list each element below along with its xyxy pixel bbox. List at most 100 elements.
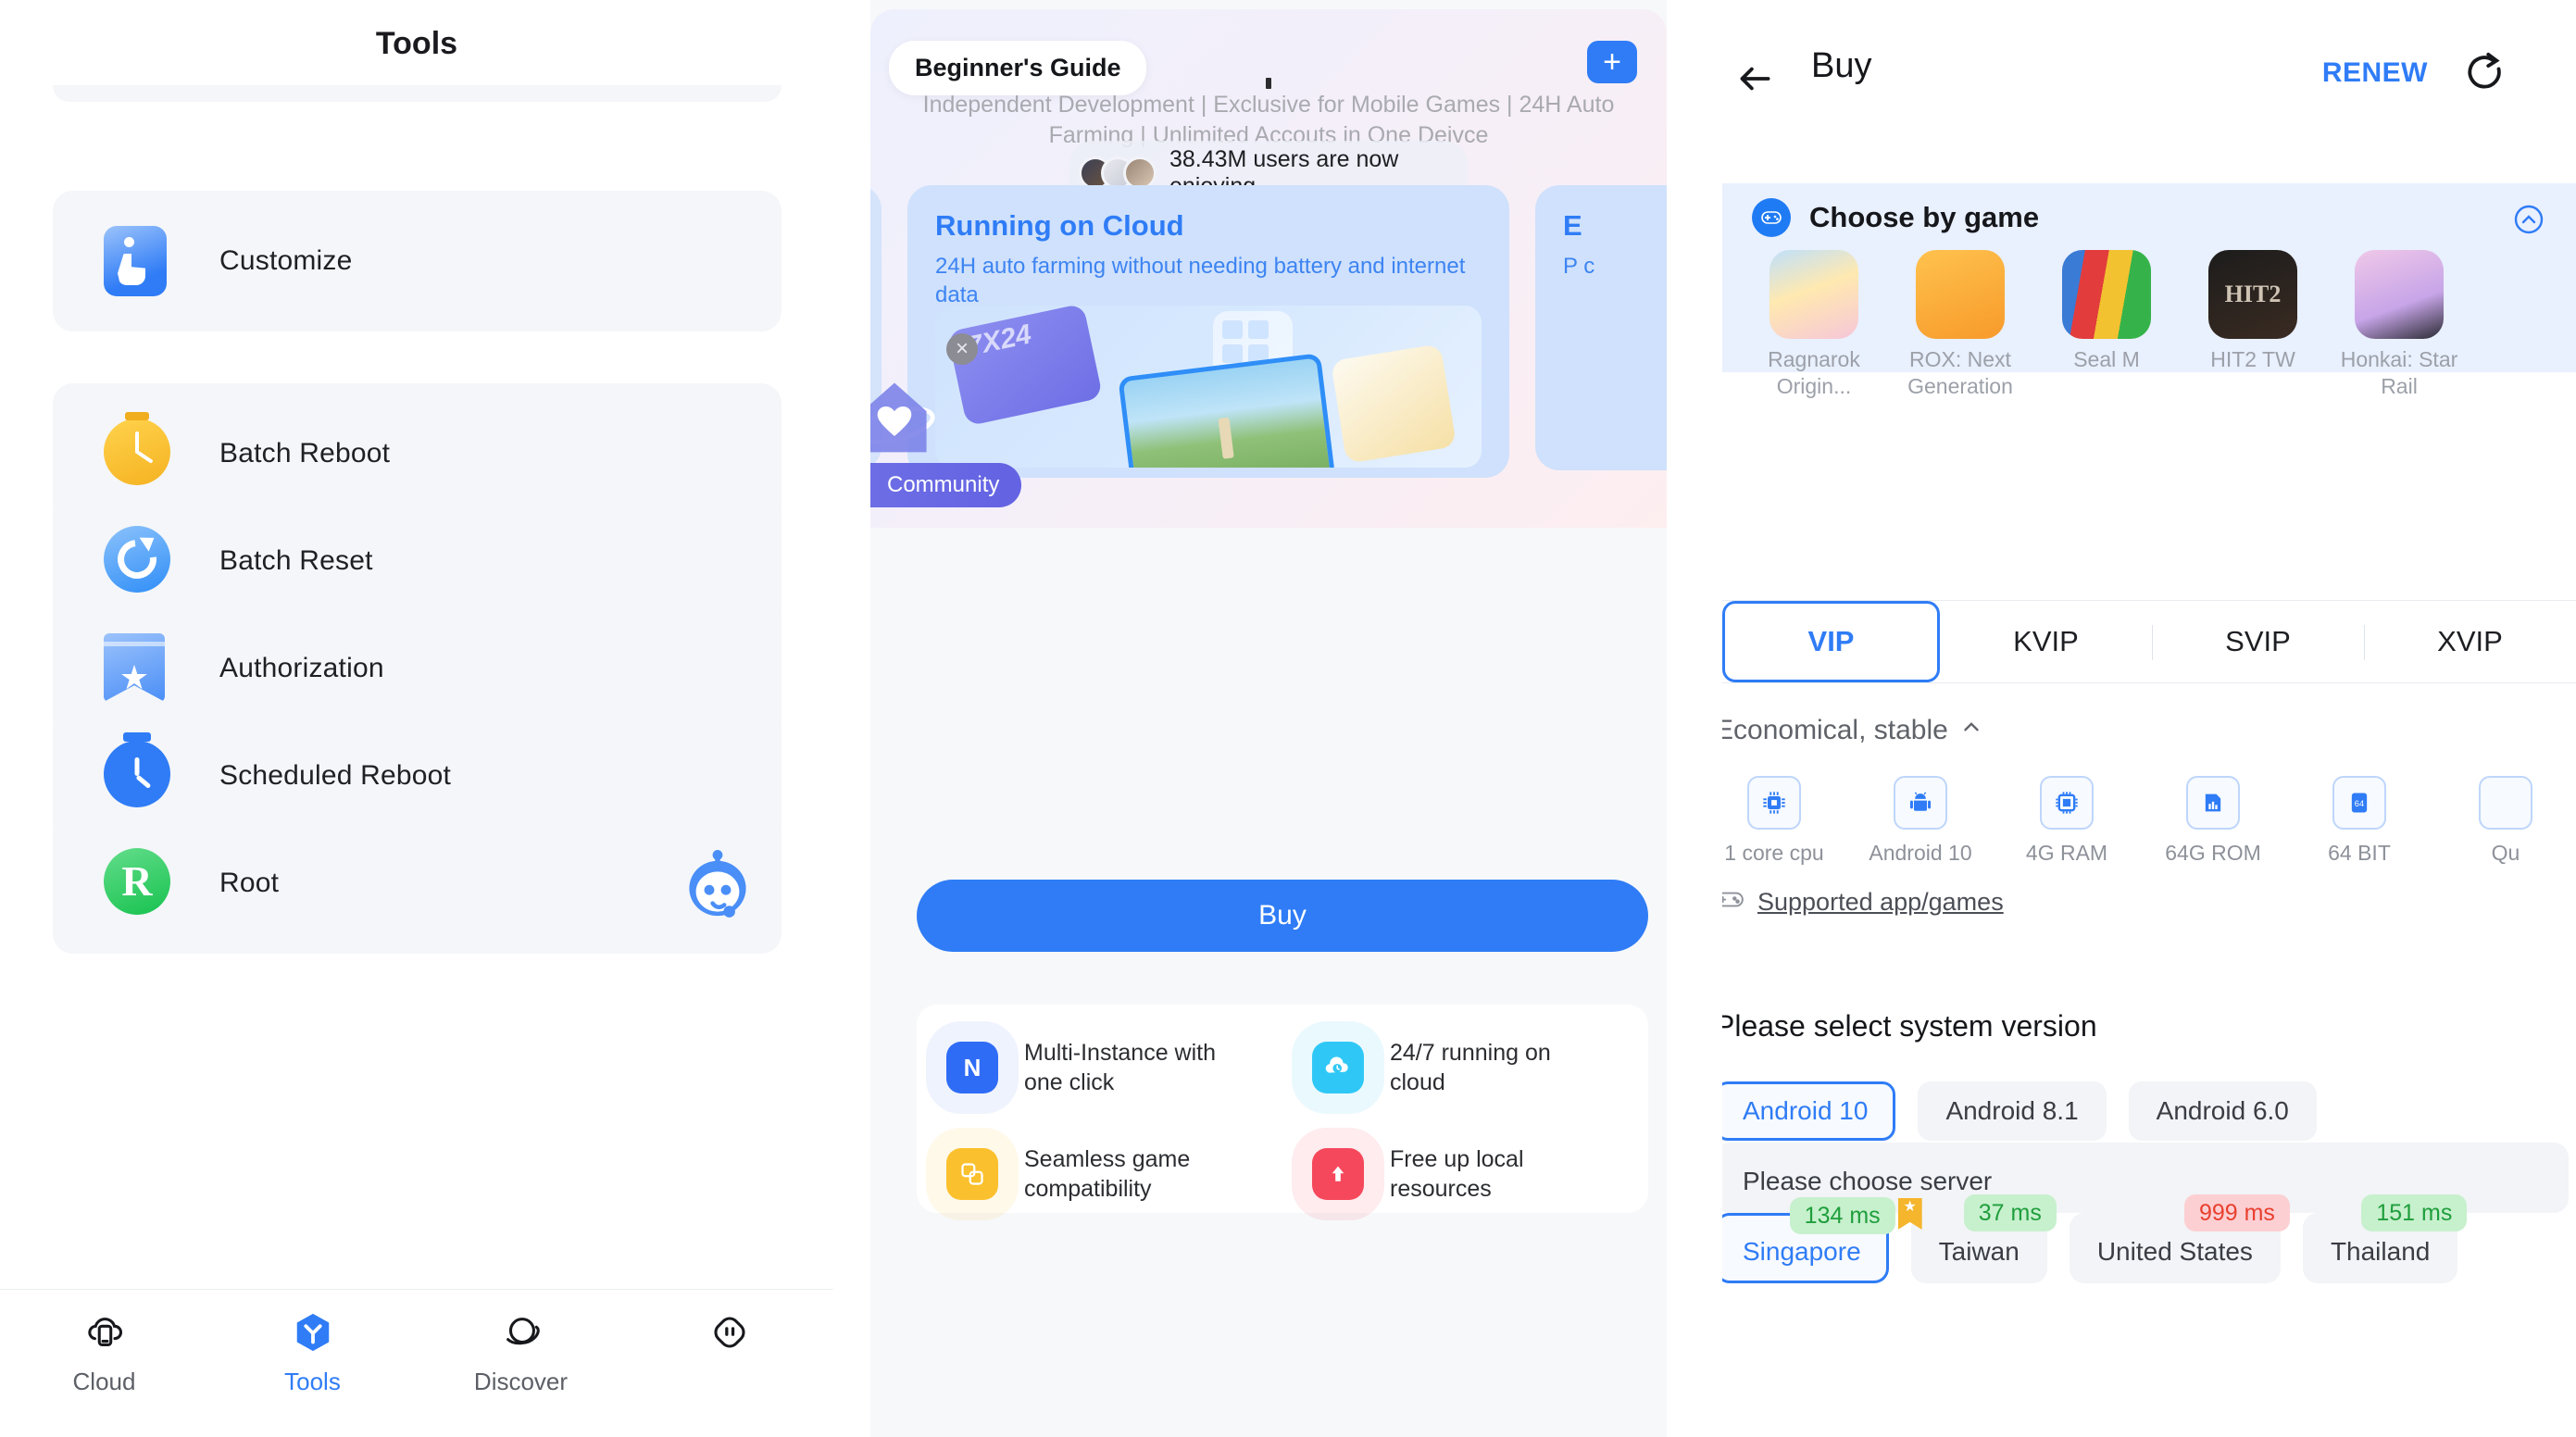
game-thumbnail bbox=[2355, 250, 2444, 339]
server-label: Taiwan bbox=[1938, 1237, 2020, 1266]
renew-button[interactable]: RENEW bbox=[2322, 57, 2428, 89]
carousel-title: Running on Cloud bbox=[935, 209, 1184, 242]
server-options[interactable]: 134 ms Singapore ★ 37 ms Taiwan 999 ms U… bbox=[1722, 1194, 2468, 1283]
system-version-options[interactable]: Android 10 Android 8.1 Android 6.0 bbox=[1722, 1081, 2317, 1141]
game-item[interactable]: HIT2 HIT2 TW bbox=[2191, 250, 2315, 400]
seamless-game-icon bbox=[946, 1147, 998, 1200]
beginners-guide-button[interactable]: Beginner's Guide bbox=[889, 41, 1147, 95]
tool-item-root[interactable]: R Root bbox=[53, 813, 782, 954]
feature-label: Free up local resources bbox=[1390, 1145, 1524, 1202]
tool-item-label: Customize bbox=[219, 245, 353, 276]
carousel-card-next[interactable]: E P c bbox=[1535, 185, 1667, 470]
free-resources-icon bbox=[1312, 1147, 1364, 1200]
tab-me[interactable] bbox=[625, 1310, 833, 1368]
root-icon: R bbox=[104, 848, 174, 918]
android-icon bbox=[1894, 776, 1947, 830]
server-option-thailand[interactable]: 151 ms Thailand bbox=[2302, 1194, 2468, 1283]
choose-by-game-section: Choose by game Ragnarok Origin... ROX: N… bbox=[1722, 183, 2576, 398]
tools-list[interactable]: Customize Batch Reboot Batch Reset ★ Aut… bbox=[0, 85, 833, 1289]
server-label: United States bbox=[2096, 1237, 2253, 1266]
server-option-taiwan[interactable]: ★ 37 ms Taiwan bbox=[1897, 1194, 2057, 1283]
game-item[interactable]: Seal M bbox=[2045, 250, 2169, 400]
hero-banner: Beginner's Guide + Independent Developme… bbox=[870, 9, 1667, 528]
tool-item-label: Scheduled Reboot bbox=[219, 760, 452, 791]
chevron-up-icon[interactable] bbox=[2513, 204, 2545, 235]
tool-card-partial-above[interactable] bbox=[53, 85, 782, 102]
game-item[interactable]: Ragnarok Origin... bbox=[1752, 250, 1876, 400]
quality-icon bbox=[2479, 776, 2532, 830]
feature-carousel[interactable]: Running on Cloud 24H auto farming withou… bbox=[870, 185, 1667, 507]
section-title: Choose by game bbox=[1809, 201, 2040, 233]
spec-list: 1 core cpu Android 10 4G RAM 64G ROM 64 … bbox=[1722, 776, 2576, 866]
planet-icon bbox=[499, 1310, 544, 1355]
home-heart-icon bbox=[870, 370, 939, 459]
carousel-card-running-on-cloud[interactable]: Running on Cloud 24H auto farming withou… bbox=[907, 185, 1509, 478]
svg-text:64: 64 bbox=[2355, 799, 2364, 808]
tab-svip[interactable]: SVIP bbox=[2152, 601, 2364, 682]
latency-badge: 999 ms bbox=[2183, 1194, 2290, 1231]
carousel-illustration: 7X24 × bbox=[935, 306, 1482, 468]
game-item[interactable]: Honkai: Star Rail bbox=[2337, 250, 2461, 400]
spec-item: 64G ROM bbox=[2154, 776, 2272, 866]
feature-free-resources: Free up local resources bbox=[1282, 1135, 1648, 1214]
game-preview-thumbnail bbox=[1118, 353, 1336, 468]
tab-label: Cloud bbox=[72, 1368, 136, 1395]
cpu-icon bbox=[1747, 776, 1801, 830]
robot-assistant-icon[interactable] bbox=[676, 842, 759, 925]
game-list[interactable]: Ragnarok Origin... ROX: Next Generation … bbox=[1722, 237, 2576, 400]
tool-item-label: Batch Reset bbox=[219, 545, 373, 576]
carousel-subtitle: P c bbox=[1563, 254, 1595, 279]
decorative-dot bbox=[1266, 78, 1271, 89]
page-title: Tools bbox=[375, 26, 458, 61]
buy-panel: Buy RENEW Choose by game Ragnarok Origin… bbox=[1722, 0, 2576, 1437]
favorite-icon: ★ bbox=[1897, 1198, 1922, 1230]
app-screenshot: Tools Customize Batch Reboot Batch Reset… bbox=[0, 0, 2576, 1437]
tools-panel: Tools Customize Batch Reboot Batch Reset… bbox=[0, 0, 833, 1437]
tab-vip[interactable]: VIP bbox=[1722, 601, 1940, 682]
system-version-option-android-10[interactable]: Android 10 bbox=[1722, 1081, 1896, 1141]
bottom-tabbar-left[interactable]: Cloud Tools Discover bbox=[0, 1289, 833, 1437]
system-version-option-android-81[interactable]: Android 8.1 bbox=[1918, 1081, 2107, 1141]
clock-icon bbox=[104, 732, 174, 811]
tab-cloud[interactable]: Cloud bbox=[0, 1310, 208, 1396]
supported-apps-link[interactable]: Supported app/games bbox=[1722, 887, 2004, 918]
game-name: ROX: Next Generation bbox=[1907, 347, 2013, 398]
cloud-panel: Beginner's Guide + Independent Developme… bbox=[870, 0, 1667, 1437]
game-name: Ragnarok Origin... bbox=[1768, 347, 1860, 398]
stopwatch-icon bbox=[104, 412, 174, 489]
tool-item-customize[interactable]: Customize bbox=[53, 191, 782, 331]
system-version-option-android-60[interactable]: Android 6.0 bbox=[2128, 1081, 2317, 1141]
refresh-circle-icon bbox=[104, 526, 174, 596]
feature-multi-instance: N Multi-Instance with one click bbox=[917, 1029, 1282, 1107]
refresh-icon[interactable] bbox=[2461, 48, 2511, 98]
server-option-united-states[interactable]: 999 ms United States bbox=[2069, 1194, 2290, 1283]
close-icon[interactable]: × bbox=[946, 333, 978, 365]
rom-icon bbox=[2186, 776, 2240, 830]
tab-kvip[interactable]: KVIP bbox=[1940, 601, 2152, 682]
tool-item-label: Batch Reboot bbox=[219, 438, 391, 469]
back-arrow-icon[interactable] bbox=[1732, 56, 1778, 102]
economical-stable-toggle[interactable]: Economical, stable bbox=[1722, 715, 1983, 746]
game-name: HIT2 TW bbox=[2210, 347, 2295, 371]
community-badge[interactable]: Community bbox=[870, 463, 1022, 507]
bookmark-star-icon: ★ bbox=[104, 633, 174, 704]
game-item[interactable]: ROX: Next Generation bbox=[1898, 250, 2022, 400]
tab-label: Tools bbox=[284, 1368, 341, 1395]
game-name: Seal M bbox=[2073, 347, 2140, 371]
server-option-singapore[interactable]: 134 ms Singapore bbox=[1722, 1197, 1895, 1283]
chevron-up-icon bbox=[1959, 715, 1983, 746]
ram-icon bbox=[2040, 776, 2094, 830]
cloud-sync-icon bbox=[1312, 1042, 1364, 1094]
tab-tools[interactable]: Tools bbox=[208, 1310, 417, 1396]
game-thumbnail: HIT2 bbox=[2208, 250, 2297, 339]
tab-xvip[interactable]: XVIP bbox=[2364, 601, 2576, 682]
tab-discover[interactable]: Discover bbox=[417, 1310, 625, 1396]
features-card: N Multi-Instance with one click 24/7 run… bbox=[917, 1005, 1648, 1213]
spec-item: 64 64 BIT bbox=[2300, 776, 2419, 866]
tool-item-label: Root bbox=[219, 868, 280, 898]
add-instance-button[interactable]: + bbox=[1587, 41, 1637, 83]
supported-apps-label: Supported app/games bbox=[1757, 888, 2004, 916]
vip-tier-tabs[interactable]: VIP KVIP SVIP XVIP bbox=[1722, 600, 2576, 683]
buy-button[interactable]: Buy bbox=[917, 880, 1648, 952]
choose-by-game-header[interactable]: Choose by game bbox=[1722, 183, 2576, 237]
